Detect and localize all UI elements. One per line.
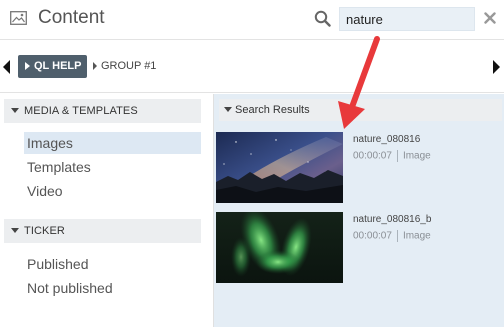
sidebar: MEDIA & TEMPLATES Images Templates Video… — [0, 94, 212, 327]
result-meta: 00:00:07 Image — [353, 150, 431, 162]
page-title: Content — [38, 7, 105, 28]
sidebar-item-published[interactable]: Published — [24, 253, 201, 275]
section-title: MEDIA & TEMPLATES — [24, 105, 138, 117]
divider — [396, 150, 398, 162]
search-icon[interactable] — [314, 10, 331, 27]
result-meta: 00:00:07 Image — [353, 230, 431, 242]
thumbnail-image — [216, 132, 343, 203]
section-title: Search Results — [235, 104, 310, 116]
scroll-right-icon[interactable] — [491, 60, 501, 74]
result-type: Image — [402, 150, 431, 162]
close-icon[interactable] — [484, 12, 496, 24]
divider — [396, 230, 398, 242]
search-results-header[interactable]: Search Results — [219, 99, 502, 121]
result-type: Image — [402, 230, 431, 242]
sidebar-item-templates[interactable]: Templates — [24, 156, 201, 178]
sidebar-item-not-published[interactable]: Not published — [24, 277, 201, 299]
section-header-media-templates[interactable]: MEDIA & TEMPLATES — [4, 99, 201, 123]
group-tab-group-1[interactable]: GROUP #1 — [92, 55, 156, 78]
header-bar: Content — [0, 0, 504, 40]
result-name: nature_080816 — [353, 134, 421, 145]
sidebar-item-video[interactable]: Video — [24, 180, 201, 202]
group-tabs-bar: QL HELP GROUP #1 — [0, 41, 504, 93]
result-item[interactable]: nature_080816_b 00:00:07 Image — [216, 212, 502, 284]
thumbnail-image — [216, 212, 343, 283]
result-duration: 00:00:07 — [353, 230, 392, 242]
section-header-ticker[interactable]: TICKER — [4, 219, 201, 243]
caret-down-icon — [224, 107, 232, 112]
group-tab-ql-help[interactable]: QL HELP — [18, 55, 88, 78]
caret-down-icon — [11, 108, 19, 113]
caret-down-icon — [11, 228, 19, 233]
scroll-left-icon[interactable] — [2, 60, 12, 74]
sidebar-item-images[interactable]: Images — [24, 132, 201, 154]
search-results-panel: Search Results nature_080816 00:00:07 Im… — [213, 94, 504, 327]
section-title: TICKER — [24, 225, 65, 237]
result-name: nature_080816_b — [353, 214, 432, 225]
result-item[interactable]: nature_080816 00:00:07 Image — [216, 132, 502, 204]
result-duration: 00:00:07 — [353, 150, 392, 162]
search-input[interactable] — [339, 7, 475, 31]
image-gallery-icon — [10, 11, 27, 25]
